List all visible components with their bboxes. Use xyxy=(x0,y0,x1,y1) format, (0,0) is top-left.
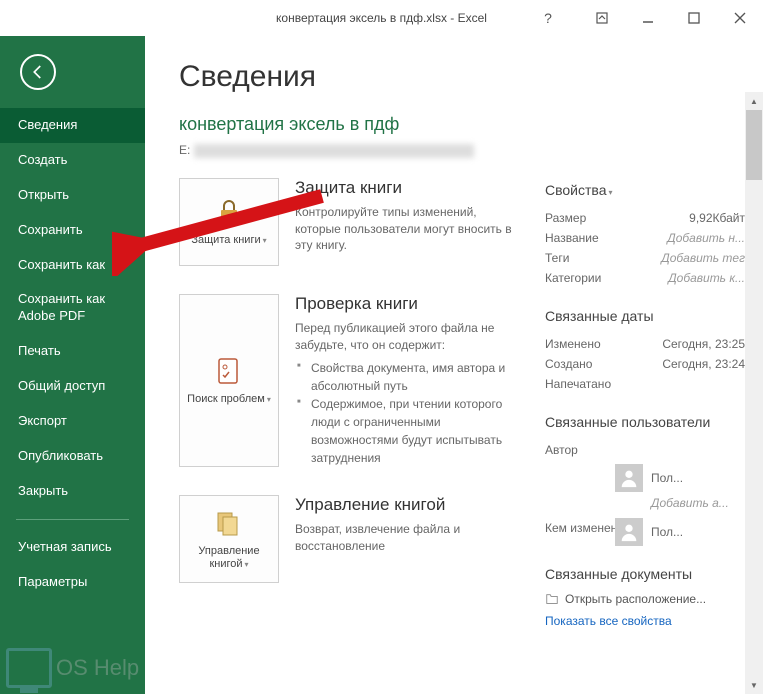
add-author-link[interactable]: Добавить а... xyxy=(651,496,745,510)
prop-row-modified: ИзмененоСегодня, 23:25 xyxy=(545,334,745,354)
sidebar-item-options[interactable]: Параметры xyxy=(0,565,145,600)
content-pane: Сведения конвертация эксель в пдф E: Защ… xyxy=(145,36,763,694)
vertical-scrollbar[interactable]: ▲ ▼ xyxy=(745,92,763,694)
document-title: конвертация эксель в пдф xyxy=(179,114,763,135)
sidebar-item-share[interactable]: Общий доступ xyxy=(0,369,145,404)
titlebar: конвертация эксель в пдф.xlsx - Excel ? xyxy=(0,0,763,36)
path-redacted xyxy=(194,144,474,158)
prop-row-categories: КатегорииДобавить к... xyxy=(545,268,745,288)
prop-row-created: СозданоСегодня, 23:24 xyxy=(545,354,745,374)
checklist-icon xyxy=(213,355,245,387)
monitor-icon xyxy=(6,648,52,688)
sidebar-item-open[interactable]: Открыть xyxy=(0,178,145,213)
watermark: OS Help xyxy=(6,648,139,688)
prop-row-printed: Напечатано xyxy=(545,374,745,394)
sidebar-item-account[interactable]: Учетная запись xyxy=(0,530,145,565)
properties-panel: Свойства▾ Размер9,92Кбайт НазваниеДобави… xyxy=(545,178,745,648)
sidebar-divider xyxy=(16,519,129,520)
help-icon[interactable]: ? xyxy=(525,0,571,36)
document-path: E: xyxy=(179,143,763,158)
minimize-icon[interactable] xyxy=(625,0,671,36)
inspect-item: Содержимое, при чтении которого люди с о… xyxy=(295,395,521,467)
close-icon[interactable] xyxy=(717,0,763,36)
sidebar-item-export[interactable]: Экспорт xyxy=(0,404,145,439)
protect-workbook-button[interactable]: Защита книги▾ xyxy=(179,178,279,266)
scroll-up-icon[interactable]: ▲ xyxy=(745,92,763,110)
people-heading: Связанные пользователи xyxy=(545,414,745,430)
sidebar-item-save-as[interactable]: Сохранить как xyxy=(0,248,145,283)
protect-heading: Защита книги xyxy=(295,178,521,198)
check-issues-button[interactable]: Поиск проблем▾ xyxy=(179,294,279,468)
manage-heading: Управление книгой xyxy=(295,495,521,515)
backstage-sidebar: Сведения Создать Открыть Сохранить Сохра… xyxy=(0,36,145,694)
protect-button-label: Защита книги▾ xyxy=(191,234,266,247)
inspect-workbook-block: Поиск проблем▾ Проверка книги Перед публ… xyxy=(179,294,521,468)
inspect-heading: Проверка книги xyxy=(295,294,521,314)
manage-workbook-button[interactable]: Управление книгой▾ xyxy=(179,495,279,583)
protect-workbook-block: Защита книги▾ Защита книги Контролируйте… xyxy=(179,178,521,266)
author-row: Автор xyxy=(545,440,745,460)
sidebar-item-close[interactable]: Закрыть xyxy=(0,474,145,509)
sidebar-item-save-as-pdf[interactable]: Сохранить как Adobe PDF xyxy=(0,282,145,334)
manage-desc: Возврат, извлечение файла и восстановлен… xyxy=(295,521,521,555)
changed-by-name: Пол... xyxy=(651,525,683,539)
sidebar-item-print[interactable]: Печать xyxy=(0,334,145,369)
protect-desc: Контролируйте типы изменений, которые по… xyxy=(295,204,521,254)
prop-row-title: НазваниеДобавить н... xyxy=(545,228,745,248)
open-file-location-link[interactable]: Открыть расположение... xyxy=(545,592,745,606)
window-title: конвертация эксель в пдф.xlsx - Excel xyxy=(276,11,487,25)
path-drive: E: xyxy=(179,143,194,157)
lock-icon xyxy=(213,196,245,228)
author-name: Пол... xyxy=(651,471,683,485)
documents-heading: Связанные документы xyxy=(545,566,745,582)
scroll-thumb[interactable] xyxy=(746,110,762,180)
info-main-column: Защита книги▾ Защита книги Контролируйте… xyxy=(179,178,521,648)
sidebar-item-save[interactable]: Сохранить xyxy=(0,213,145,248)
avatar-icon xyxy=(615,518,643,546)
back-button[interactable] xyxy=(20,54,56,90)
sidebar-item-publish[interactable]: Опубликовать xyxy=(0,439,145,474)
sidebar-item-info[interactable]: Сведения xyxy=(0,108,145,143)
check-issues-label: Поиск проблем▾ xyxy=(187,393,271,406)
folder-icon xyxy=(545,592,559,606)
properties-heading[interactable]: Свойства▾ xyxy=(545,182,745,198)
dates-heading: Связанные даты xyxy=(545,308,745,324)
window-controls: ? xyxy=(525,0,763,36)
manage-workbook-block: Управление книгой▾ Управление книгой Воз… xyxy=(179,495,521,583)
scroll-down-icon[interactable]: ▼ xyxy=(745,676,763,694)
maximize-icon[interactable] xyxy=(671,0,717,36)
inspect-desc: Перед публикацией этого файла не забудьт… xyxy=(295,320,521,354)
sidebar-item-new[interactable]: Создать xyxy=(0,143,145,178)
author-user[interactable]: Пол... xyxy=(615,464,745,492)
prop-row-size: Размер9,92Кбайт xyxy=(545,208,745,228)
changed-by-user[interactable]: Пол... xyxy=(615,518,745,546)
ribbon-toggle-icon[interactable] xyxy=(579,0,625,36)
versions-icon xyxy=(213,507,245,539)
inspect-item: Свойства документа, имя автора и абсолют… xyxy=(295,359,521,395)
avatar-icon xyxy=(615,464,643,492)
manage-button-label: Управление книгой▾ xyxy=(184,545,274,571)
page-title: Сведения xyxy=(179,60,763,94)
inspect-list: Свойства документа, имя автора и абсолют… xyxy=(295,359,521,467)
prop-row-tags: ТегиДобавить тег xyxy=(545,248,745,268)
watermark-text: OS Help xyxy=(56,655,139,681)
show-all-properties-link[interactable]: Показать все свойства xyxy=(545,614,745,628)
